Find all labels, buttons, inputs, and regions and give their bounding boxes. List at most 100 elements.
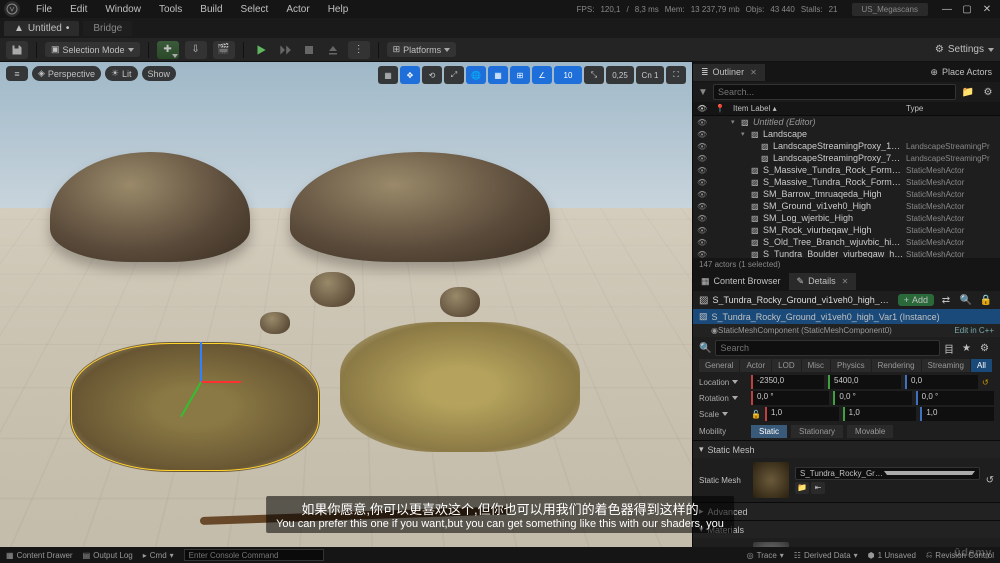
maximize-button[interactable]: ▢ xyxy=(958,2,976,16)
browse-to-asset-icon[interactable]: 📁 xyxy=(795,482,809,494)
rotation-x[interactable]: 0,0 ° xyxy=(751,391,829,405)
mobility-stationary[interactable]: Stationary xyxy=(791,425,843,438)
visibility-toggle[interactable]: 👁 xyxy=(697,190,711,199)
category-lod[interactable]: LOD xyxy=(772,359,800,372)
outliner-row[interactable]: 👁▨SM_Ground_vi1veh0_HighStaticMeshActor xyxy=(693,200,1000,212)
settings-icon[interactable]: ⚙ xyxy=(980,343,994,354)
visibility-toggle[interactable]: 👁 xyxy=(697,214,711,223)
visibility-toggle[interactable]: 👁 xyxy=(697,142,711,151)
platforms-button[interactable]: ⊞ Platforms xyxy=(387,42,457,57)
derived-data-button[interactable]: ☷ Derived Data ▾ xyxy=(794,550,858,560)
outliner-row[interactable]: 👁▨S_Tundra_Boulder_viurbeqaw_high_Var1St… xyxy=(693,248,1000,258)
menu-tools[interactable]: Tools xyxy=(151,2,190,17)
materials-header[interactable]: ▾ Materials xyxy=(693,521,1000,538)
actor-name[interactable]: S_Tundra_Rocky_Ground_vi1veh0_high_Var1 xyxy=(712,295,893,305)
viewport-lit-button[interactable]: ☀Lit xyxy=(105,66,138,81)
world-local-toggle[interactable]: 🌐 xyxy=(466,66,486,84)
grid-snap-button[interactable]: ⊞ xyxy=(510,66,530,84)
visibility-toggle[interactable]: 👁 xyxy=(697,166,711,175)
menu-edit[interactable]: Edit xyxy=(62,2,95,17)
content-drawer-button[interactable]: ▦ Content Drawer xyxy=(6,551,73,560)
pin-column-icon[interactable]: 📍 xyxy=(715,104,733,113)
skip-button[interactable] xyxy=(276,41,294,59)
category-actor[interactable]: Actor xyxy=(740,359,771,372)
outliner-row[interactable]: 👁▨SM_Barrow_tmruaqeda_HighStaticMeshActo… xyxy=(693,188,1000,200)
filter-icon[interactable]: ▼ xyxy=(697,86,709,98)
menu-file[interactable]: File xyxy=(28,2,60,17)
lock-icon[interactable]: 🔒 xyxy=(978,295,994,306)
scale-snap-value[interactable]: 0,25 xyxy=(606,66,634,84)
camera-speed-button[interactable]: Cn 1 xyxy=(636,66,664,84)
static-mesh-header[interactable]: ▾ Static Mesh xyxy=(693,441,1000,458)
settings-icon[interactable]: ⚙ xyxy=(980,87,996,98)
rotate-tool-button[interactable]: ⟲ xyxy=(422,66,442,84)
outliner-row[interactable]: 👁▨LandscapeStreamingProxy_7_7_0Landscape… xyxy=(693,152,1000,164)
console-input[interactable] xyxy=(184,549,324,561)
viewport[interactable]: ≡ ◈Perspective ☀Lit Show ▦ ✥ ⟲ ⤢ 🌐 ▦ ⊞ ∠… xyxy=(0,62,692,547)
search-icon[interactable]: 🔍 xyxy=(958,295,974,306)
outliner-row[interactable]: 👁▨S_Old_Tree_Branch_wjuvbic_high_Var1Sta… xyxy=(693,236,1000,248)
category-all[interactable]: All xyxy=(971,359,992,372)
location-x[interactable]: -2350,0 xyxy=(751,375,824,389)
scale-lock-icon[interactable]: 🔓 xyxy=(751,410,761,419)
scale-snap-button[interactable]: ⤡ xyxy=(584,66,604,84)
outliner-row[interactable]: 👁▨SM_Log_wjerbic_HighStaticMeshActor xyxy=(693,212,1000,224)
outliner-row[interactable]: 👁▨SM_Rock_viurbeqaw_HighStaticMeshActor xyxy=(693,224,1000,236)
stop-button[interactable] xyxy=(300,41,318,59)
menu-help[interactable]: Help xyxy=(320,2,357,17)
menu-window[interactable]: Window xyxy=(97,2,149,17)
tab-bridge[interactable]: Bridge xyxy=(83,21,132,36)
unreal-logo-icon[interactable] xyxy=(4,1,20,17)
close-icon[interactable]: ✕ xyxy=(750,68,757,77)
visibility-toggle[interactable]: 👁 xyxy=(697,238,711,247)
selection-mode-button[interactable]: ▣ Selection Mode xyxy=(45,42,140,57)
outliner-row[interactable]: 👁▨S_Massive_Tundra_Rock_Formation_wcrmbi… xyxy=(693,164,1000,176)
menu-build[interactable]: Build xyxy=(192,2,230,17)
tab-content-browser[interactable]: ▦Content Browser xyxy=(693,273,789,290)
viewport-perspective-button[interactable]: ◈Perspective xyxy=(32,66,101,81)
visibility-toggle[interactable]: 👁 xyxy=(697,118,711,127)
play-button[interactable] xyxy=(252,41,270,59)
filter-icon[interactable]: ★ xyxy=(962,343,976,354)
close-icon[interactable]: ✕ xyxy=(842,277,849,286)
favorites-icon[interactable]: 目 xyxy=(944,341,958,356)
tab-outliner[interactable]: ≣Outliner✕ xyxy=(693,64,765,81)
expand-toggle[interactable]: ▾ xyxy=(741,130,749,138)
edit-in-cpp-link[interactable]: Edit in C++ xyxy=(954,326,994,335)
unsaved-button[interactable]: ⬢ 1 Unsaved xyxy=(868,550,916,560)
outliner-tree[interactable]: 👁▾▨Untitled (Editor)👁▾▨Landscape👁▨Landsc… xyxy=(693,116,1000,258)
scale-tool-button[interactable]: ⤢ xyxy=(444,66,464,84)
menu-select[interactable]: Select xyxy=(233,2,277,17)
component-instance-row[interactable]: ▨ S_Tundra_Rocky_Ground_vi1veh0_high_Var… xyxy=(693,309,1000,324)
reset-location-button[interactable]: ↺ xyxy=(982,378,994,387)
visibility-toggle[interactable]: 👁 xyxy=(697,130,711,139)
mobility-movable[interactable]: Movable xyxy=(847,425,893,438)
minimize-button[interactable]: — xyxy=(938,2,956,16)
scale-x[interactable]: 1,0 xyxy=(765,407,839,421)
save-button[interactable] xyxy=(6,41,28,59)
visibility-toggle[interactable]: 👁 xyxy=(697,202,711,211)
expand-toggle[interactable]: ▾ xyxy=(731,118,739,126)
trace-button[interactable]: ◎ Trace ▾ xyxy=(747,550,784,560)
item-label-header[interactable]: Item Label ▴ xyxy=(733,104,906,113)
viewport-show-button[interactable]: Show xyxy=(142,66,177,81)
outliner-row[interactable]: 👁▾▨Landscape xyxy=(693,128,1000,140)
menu-actor[interactable]: Actor xyxy=(278,2,317,17)
play-options-button[interactable]: ⋮ xyxy=(348,41,370,59)
type-header[interactable]: Type xyxy=(906,104,996,113)
viewport-options-button[interactable]: ≡ xyxy=(6,66,28,81)
angle-snap-button[interactable]: ∠ xyxy=(532,66,552,84)
category-general[interactable]: General xyxy=(699,359,739,372)
eject-button[interactable] xyxy=(324,41,342,59)
marketplace-button[interactable]: ⇩ xyxy=(185,41,207,59)
mesh-asset-dropdown[interactable]: S_Tundra_Rocky_Ground_vi1veh0_high xyxy=(795,467,980,480)
tab-details[interactable]: ✎Details✕ xyxy=(789,273,857,290)
tab-place-actors[interactable]: ⊕Place Actors xyxy=(922,64,1000,81)
advanced-header[interactable]: ▸ Advanced xyxy=(693,503,1000,520)
maximize-viewport-button[interactable]: ⛶ xyxy=(666,66,686,84)
translate-tool-button[interactable]: ✥ xyxy=(400,66,420,84)
location-z[interactable]: 0,0 xyxy=(905,375,978,389)
material-thumbnail[interactable] xyxy=(753,542,789,547)
details-search-input[interactable] xyxy=(715,340,940,356)
visibility-toggle[interactable]: 👁 xyxy=(697,154,711,163)
